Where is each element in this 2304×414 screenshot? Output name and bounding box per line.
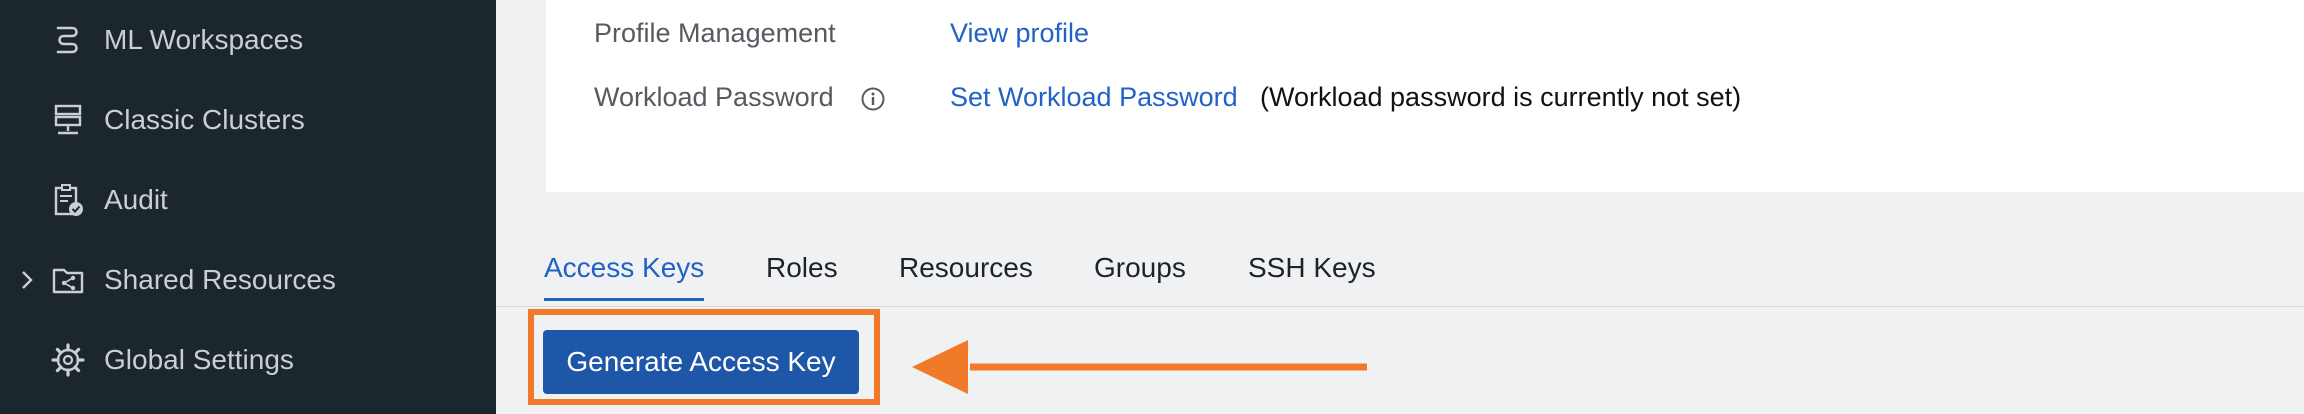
classic-clusters-icon — [54, 104, 82, 135]
folder-share-icon — [52, 268, 84, 294]
annotation-arrow-icon — [912, 340, 1367, 394]
generate-access-key-button[interactable]: Generate Access Key — [543, 330, 859, 394]
chevron-right-icon[interactable] — [14, 267, 40, 293]
sidebar-item-classic-clusters[interactable]: Classic Clusters — [0, 80, 496, 160]
sidebar-item-label: Classic Clusters — [104, 104, 305, 135]
tab-access-keys[interactable]: Access Keys — [544, 252, 705, 301]
sidebar-item-ml-workspaces[interactable]: ML Workspaces — [0, 0, 496, 80]
audit-icon — [54, 184, 83, 216]
tab-groups[interactable]: Groups — [1094, 252, 1186, 298]
tab-bar: Access Keys Roles Resources Groups SSH K… — [496, 242, 2304, 307]
sidebar-item-label: Audit — [104, 184, 168, 215]
sidebar-item-label: ML Workspaces — [104, 24, 304, 55]
sidebar-item-label: Global Settings — [104, 344, 294, 375]
sidebar-item-label: Shared Resources — [104, 264, 336, 295]
gear-icon — [51, 343, 85, 377]
sidebar-item-global-settings[interactable]: Global Settings — [0, 320, 496, 400]
sidebar: ML Workspaces Classic Clusters Audit Sha… — [0, 0, 496, 414]
tab-ssh-keys[interactable]: SSH Keys — [1248, 252, 1376, 298]
profile-card: Profile Management View profile Workload… — [546, 0, 2304, 192]
tab-resources[interactable]: Resources — [899, 252, 1033, 298]
view-profile-link[interactable]: View profile — [950, 18, 1089, 49]
workload-password-label: Workload Password — [594, 82, 834, 112]
set-workload-password-link[interactable]: Set Workload Password — [950, 82, 1238, 113]
info-icon[interactable] — [860, 86, 886, 112]
tab-roles[interactable]: Roles — [766, 252, 838, 298]
profile-management-label: Profile Management — [594, 18, 836, 48]
ml-workspaces-icon — [56, 26, 78, 54]
sidebar-item-audit[interactable]: Audit — [0, 160, 496, 240]
password-status-text: (Workload password is currently not set) — [1260, 82, 1742, 112]
sidebar-item-shared-resources[interactable]: Shared Resources — [0, 240, 496, 320]
